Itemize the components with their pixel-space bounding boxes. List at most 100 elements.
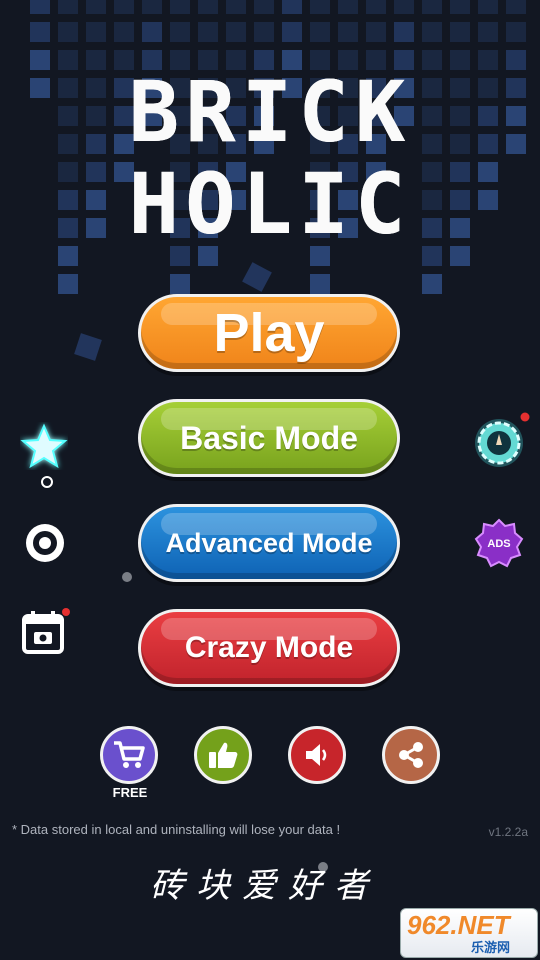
target-icon[interactable] xyxy=(22,520,68,566)
version-label: v1.2.2a xyxy=(488,825,528,839)
bg-square xyxy=(198,22,218,42)
share-icon xyxy=(399,742,423,768)
basic-mode-label: Basic Mode xyxy=(180,419,358,456)
bg-square xyxy=(394,22,414,42)
bg-square xyxy=(86,22,106,42)
bg-square xyxy=(254,0,274,14)
timer-gear-icon[interactable] xyxy=(470,412,530,472)
bg-square xyxy=(310,0,330,14)
bg-square xyxy=(58,50,78,70)
decor-dot xyxy=(122,572,132,582)
bg-square xyxy=(450,134,470,154)
bg-square xyxy=(450,106,470,126)
bg-square xyxy=(450,246,470,266)
bg-square xyxy=(226,0,246,14)
bg-square xyxy=(506,50,526,70)
title-line-1: BRICK xyxy=(128,63,412,161)
bg-square xyxy=(338,22,358,42)
bg-square xyxy=(366,0,386,14)
bg-square xyxy=(478,22,498,42)
speaker-icon xyxy=(306,744,327,766)
play-button[interactable]: Play xyxy=(138,294,400,372)
bg-square xyxy=(506,22,526,42)
bg-square xyxy=(450,78,470,98)
bg-square xyxy=(450,218,470,238)
bg-square xyxy=(450,50,470,70)
title-line-2: HOLIC xyxy=(128,155,412,253)
bg-square xyxy=(30,50,50,70)
bg-square xyxy=(30,0,50,14)
bg-square xyxy=(114,22,134,42)
no-ads-icon[interactable]: ADS xyxy=(474,518,524,568)
bg-square xyxy=(478,134,498,154)
basic-mode-button[interactable]: Basic Mode xyxy=(138,399,400,477)
bg-square xyxy=(226,22,246,42)
shop-button[interactable] xyxy=(100,726,158,784)
bg-square xyxy=(170,0,190,14)
bg-square xyxy=(310,274,330,294)
bg-square xyxy=(450,22,470,42)
bg-square xyxy=(422,274,442,294)
bg-square xyxy=(282,0,302,14)
star-icon[interactable] xyxy=(20,422,68,470)
sound-button[interactable] xyxy=(288,726,346,784)
bg-square xyxy=(58,218,78,238)
bg-square xyxy=(506,106,526,126)
bg-square xyxy=(422,246,442,266)
bg-square xyxy=(58,246,78,266)
bg-square xyxy=(422,0,442,14)
bg-square xyxy=(86,50,106,70)
bg-square xyxy=(394,0,414,14)
chinese-title: 砖块爱好者 xyxy=(150,866,380,906)
bg-square xyxy=(310,22,330,42)
bg-square xyxy=(170,22,190,42)
watermark-logo: 962.NET 乐游网 xyxy=(400,908,538,958)
play-label: Play xyxy=(213,303,325,363)
data-notice: * Data stored in local and uninstalling … xyxy=(12,822,341,837)
bg-square xyxy=(366,22,386,42)
bg-square xyxy=(478,50,498,70)
thumbs-up-icon xyxy=(209,742,238,768)
bg-square xyxy=(114,0,134,14)
advanced-mode-label: Advanced Mode xyxy=(165,527,373,558)
bg-square xyxy=(30,78,50,98)
bg-square xyxy=(254,22,274,42)
cart-icon xyxy=(114,741,145,768)
bg-square xyxy=(478,0,498,14)
bg-square xyxy=(506,134,526,154)
free-label: FREE xyxy=(112,785,148,800)
bg-square xyxy=(86,0,106,14)
bg-square xyxy=(58,190,78,210)
bg-square xyxy=(58,162,78,182)
bg-square xyxy=(450,0,470,14)
bg-square xyxy=(282,22,302,42)
crazy-mode-label: Crazy Mode xyxy=(184,631,354,664)
bg-square xyxy=(142,0,162,14)
bg-square xyxy=(58,134,78,154)
bg-square xyxy=(58,0,78,14)
bg-square xyxy=(450,162,470,182)
bg-square xyxy=(58,274,78,294)
bg-square xyxy=(58,22,78,42)
bg-square xyxy=(422,22,442,42)
bg-square xyxy=(478,78,498,98)
star-dot xyxy=(41,476,53,488)
like-button[interactable] xyxy=(194,726,252,784)
bg-square xyxy=(170,274,190,294)
share-button[interactable] xyxy=(382,726,440,784)
bg-square xyxy=(506,0,526,14)
bg-square xyxy=(478,106,498,126)
bg-square xyxy=(450,190,470,210)
advanced-mode-button[interactable]: Advanced Mode xyxy=(138,504,400,582)
bg-square xyxy=(142,22,162,42)
bg-square xyxy=(58,78,78,98)
bg-square xyxy=(478,162,498,182)
watermark-sub: 乐游网 xyxy=(471,940,511,955)
crazy-mode-button[interactable]: Crazy Mode xyxy=(138,609,400,687)
bg-square xyxy=(478,190,498,210)
bg-square xyxy=(422,50,442,70)
no-ads-label: ADS xyxy=(487,538,510,550)
bg-square xyxy=(58,106,78,126)
bg-square xyxy=(338,0,358,14)
calendar-icon[interactable] xyxy=(20,608,70,658)
